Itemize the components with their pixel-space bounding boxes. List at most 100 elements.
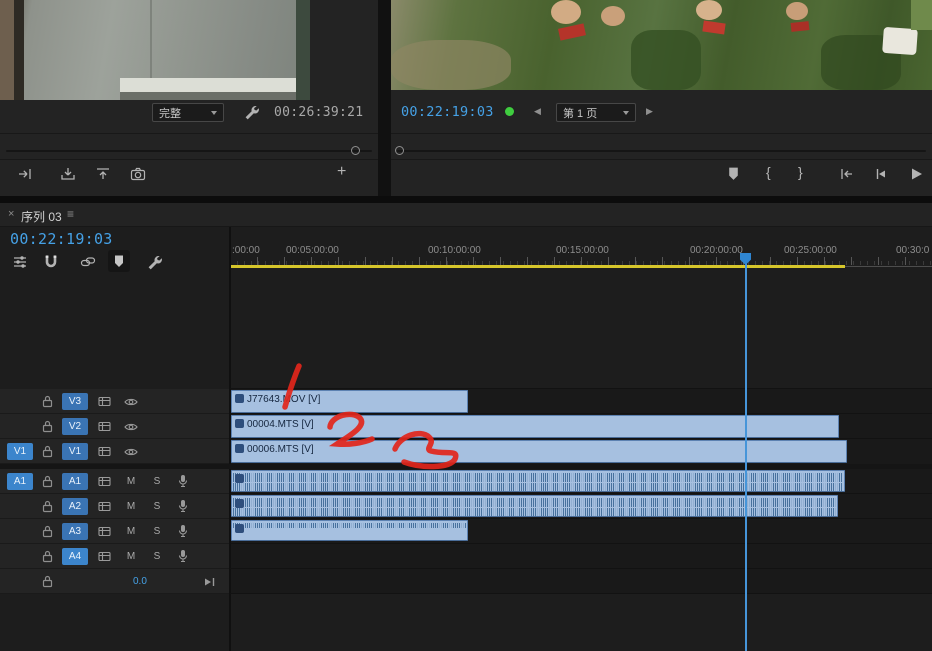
- lock-icon[interactable]: [42, 445, 53, 458]
- source-zoom-handle[interactable]: [351, 146, 360, 155]
- page-prev-button[interactable]: ◀: [534, 106, 541, 117]
- source-patch-audio[interactable]: A1: [7, 473, 33, 490]
- playhead-line[interactable]: [745, 254, 747, 651]
- add-marker-toggle[interactable]: [108, 250, 130, 272]
- source-settings-button[interactable]: [243, 104, 259, 120]
- lock-icon[interactable]: [42, 475, 53, 488]
- divider: [0, 133, 378, 134]
- clip-v3[interactable]: J77643.MOV [V]: [231, 390, 468, 413]
- track-badge-v1[interactable]: V1: [62, 443, 88, 460]
- source-timecode[interactable]: 00:26:39:21: [274, 105, 363, 120]
- track-badge-a4[interactable]: A4: [62, 548, 88, 565]
- fx-badge: [235, 419, 244, 428]
- insert-button[interactable]: [17, 166, 33, 182]
- solo-button[interactable]: S: [150, 524, 164, 539]
- work-area-rest: [845, 266, 932, 267]
- sync-lock-icon[interactable]: [98, 396, 111, 407]
- add-button[interactable]: +: [337, 163, 346, 181]
- clip-v2[interactable]: 00004.MTS [V]: [231, 415, 839, 438]
- solo-button[interactable]: S: [150, 474, 164, 489]
- go-to-in-button[interactable]: [839, 166, 855, 182]
- clip-name: J77643.MOV [V]: [247, 394, 320, 405]
- sync-lock-icon[interactable]: [98, 526, 111, 537]
- solo-button[interactable]: S: [150, 499, 164, 514]
- linked-selection-button[interactable]: [80, 254, 96, 270]
- program-timecode[interactable]: 00:22:19:03: [401, 104, 494, 120]
- track-badge-a1[interactable]: A1: [62, 473, 88, 490]
- add-marker-button[interactable]: [727, 166, 740, 181]
- mute-button[interactable]: M: [124, 524, 138, 539]
- step-back-button[interactable]: [873, 166, 889, 182]
- sync-lock-icon[interactable]: [98, 446, 111, 457]
- mic-icon[interactable]: [178, 474, 188, 488]
- play-button[interactable]: [908, 166, 924, 182]
- eye-icon[interactable]: [124, 422, 138, 432]
- divider: [391, 159, 932, 160]
- track-badge-v3[interactable]: V3: [62, 393, 88, 410]
- mute-button[interactable]: M: [124, 549, 138, 564]
- mark-in-button[interactable]: {: [766, 164, 771, 180]
- lock-icon[interactable]: [42, 525, 53, 538]
- snap-button[interactable]: [43, 254, 59, 270]
- program-zoom-handle[interactable]: [395, 146, 404, 155]
- page-next-button[interactable]: ▶: [646, 106, 653, 117]
- eye-icon[interactable]: [124, 397, 138, 407]
- audio-waveform: [233, 523, 466, 528]
- program-zoom-scrollbar[interactable]: [397, 150, 926, 152]
- mic-icon[interactable]: [178, 524, 188, 538]
- mic-icon[interactable]: [178, 549, 188, 563]
- lift-button[interactable]: [95, 166, 111, 182]
- sync-lock-icon[interactable]: [98, 501, 111, 512]
- divider: [391, 133, 932, 134]
- wrench-icon: [243, 104, 259, 120]
- clip-a2[interactable]: [231, 495, 838, 517]
- link-icon: [80, 254, 96, 270]
- lock-icon[interactable]: [42, 550, 53, 563]
- timeline-settings-button[interactable]: [12, 254, 28, 270]
- source-zoom-select[interactable]: 完整: [152, 103, 224, 122]
- preview-blob: [120, 78, 296, 92]
- tab-sequence-03[interactable]: 序列 03: [21, 208, 62, 225]
- master-level-value[interactable]: 0.0: [133, 576, 147, 587]
- export-frame-button[interactable]: [130, 166, 146, 182]
- page-select[interactable]: 第 1 页: [556, 103, 636, 122]
- lock-icon[interactable]: [42, 500, 53, 513]
- panel-menu-icon[interactable]: ≡: [67, 207, 74, 221]
- time-ruler[interactable]: :00:00 00:05:00:00 00:10:00:00 00:15:00:…: [230, 240, 932, 266]
- go-to-end-icon[interactable]: [203, 575, 217, 589]
- lock-icon[interactable]: [42, 395, 53, 408]
- overwrite-button[interactable]: [60, 166, 76, 182]
- lock-icon[interactable]: [42, 420, 53, 433]
- work-area-bar[interactable]: [230, 265, 845, 268]
- ruler-label: 00:30:0: [896, 245, 929, 256]
- mute-button[interactable]: M: [124, 499, 138, 514]
- mute-button[interactable]: M: [124, 474, 138, 489]
- marker-icon: [113, 254, 125, 268]
- eye-icon[interactable]: [124, 447, 138, 457]
- sync-lock-icon[interactable]: [98, 551, 111, 562]
- solo-button[interactable]: S: [150, 549, 164, 564]
- master-track-header: 0.0: [0, 569, 229, 594]
- timeline-timecode[interactable]: 00:22:19:03: [10, 230, 113, 248]
- track-header-a2: A2 M S: [0, 494, 229, 519]
- preview-blob: [631, 30, 701, 90]
- source-patch-video[interactable]: V1: [7, 443, 33, 460]
- preview-blob: [551, 0, 581, 24]
- lock-icon[interactable]: [42, 575, 53, 588]
- go-to-in-icon: [839, 166, 855, 182]
- clip-a1[interactable]: [231, 470, 845, 492]
- mark-out-button[interactable]: }: [798, 164, 803, 180]
- chevron-down-icon: [211, 111, 217, 115]
- source-zoom-scrollbar[interactable]: [6, 150, 372, 152]
- clip-a3[interactable]: [231, 520, 468, 541]
- mic-icon[interactable]: [178, 499, 188, 513]
- track-badge-v2[interactable]: V2: [62, 418, 88, 435]
- clip-v1[interactable]: 00006.MTS [V]: [231, 440, 847, 463]
- sync-lock-icon[interactable]: [98, 476, 111, 487]
- track-badge-a2[interactable]: A2: [62, 498, 88, 515]
- timeline-wrench-button[interactable]: [146, 254, 162, 270]
- track-badge-a3[interactable]: A3: [62, 523, 88, 540]
- sync-lock-icon[interactable]: [98, 421, 111, 432]
- preview-blob: [120, 92, 296, 100]
- tab-close-button[interactable]: ×: [8, 208, 14, 220]
